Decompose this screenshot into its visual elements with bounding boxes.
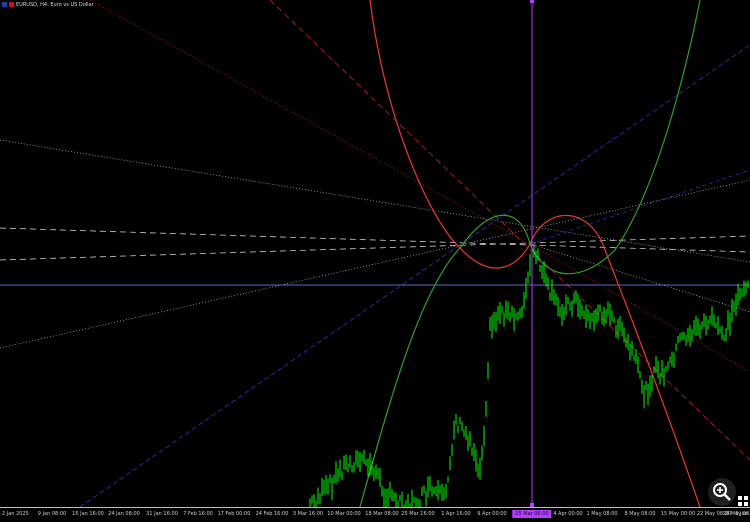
time-tick-label: 2 Jan 2025 bbox=[2, 511, 29, 517]
grid-icon[interactable] bbox=[738, 496, 748, 506]
price-chart[interactable] bbox=[0, 0, 750, 507]
time-tick-label: 31 Jan 16:00 bbox=[146, 511, 178, 517]
time-tick-label: 4 Apr 00:00 bbox=[553, 511, 583, 517]
time-tick-label: 18 Mar 08:00 bbox=[365, 511, 399, 517]
time-tick-label: 24 Feb 16:00 bbox=[255, 511, 289, 517]
parabola-curves bbox=[359, 0, 701, 507]
chart-title-bar: EURUSD, H4: Euro vs US Dollar bbox=[2, 0, 94, 9]
us-flag-icon bbox=[9, 2, 14, 7]
price-bars bbox=[309, 245, 749, 507]
green-curve-left[interactable] bbox=[359, 214, 531, 507]
zoom-in-icon bbox=[713, 483, 731, 501]
time-tick-label: 7 Feb 16:00 bbox=[183, 511, 213, 517]
symbol-title: EURUSD, H4: Euro vs US Dollar bbox=[16, 1, 94, 8]
red-dotted-diagonal[interactable] bbox=[89, 0, 531, 245]
grey-trendline-lower[interactable] bbox=[0, 179, 750, 349]
blue-diagonal-line-b[interactable] bbox=[529, 169, 750, 245]
time-tick-label: 16 Jan 16:00 bbox=[72, 511, 104, 517]
time-tick-label: 17 Feb 00:00 bbox=[217, 511, 251, 517]
chart-window[interactable]: EURUSD, H4: Euro vs US Dollar 2 Jan 2025… bbox=[0, 0, 750, 522]
red-dashed-diagonal[interactable] bbox=[269, 0, 750, 461]
time-tick-label: 9 Apr 00:00 bbox=[477, 511, 507, 517]
red-curve-left[interactable] bbox=[369, 0, 531, 269]
zoom-button[interactable] bbox=[708, 478, 736, 506]
time-axis[interactable]: 2 Jan 2025 9 Jan 08:00 16 Jan 16:00 24 Jan … bbox=[0, 507, 750, 522]
time-tick-label: 1 Apr 16:00 bbox=[441, 511, 471, 517]
time-tick-label: 25 Mar 16:00 bbox=[401, 511, 435, 517]
time-tick-label: 10 Mar 00:00 bbox=[327, 511, 361, 517]
time-tick-label: 6 Jun bbox=[735, 511, 748, 517]
green-curve-right[interactable] bbox=[529, 0, 701, 275]
cursor-date-label: 25 Mar 06:00 bbox=[512, 510, 552, 518]
euro-flag-icon bbox=[2, 2, 7, 7]
time-tick-label: 8 May 08:00 bbox=[624, 511, 656, 517]
grey-dotted-right-a[interactable] bbox=[529, 243, 750, 313]
blue-diagonal-line[interactable] bbox=[79, 44, 750, 507]
red-dotted-diagonal-b[interactable] bbox=[529, 243, 750, 373]
grey-trendline-upper[interactable] bbox=[0, 139, 750, 263]
time-tick-label: 3 Mar 16:00 bbox=[292, 511, 324, 517]
drawing-objects bbox=[0, 0, 750, 507]
time-tick-label: 24 Jan 08:00 bbox=[108, 511, 140, 517]
time-tick-label: 15 May 00:00 bbox=[660, 511, 696, 517]
time-tick-label: 9 Jan 08:00 bbox=[37, 511, 67, 517]
time-tick-label: 1 May 08:00 bbox=[586, 511, 618, 517]
vertical-line-handle-top[interactable] bbox=[530, 0, 534, 3]
